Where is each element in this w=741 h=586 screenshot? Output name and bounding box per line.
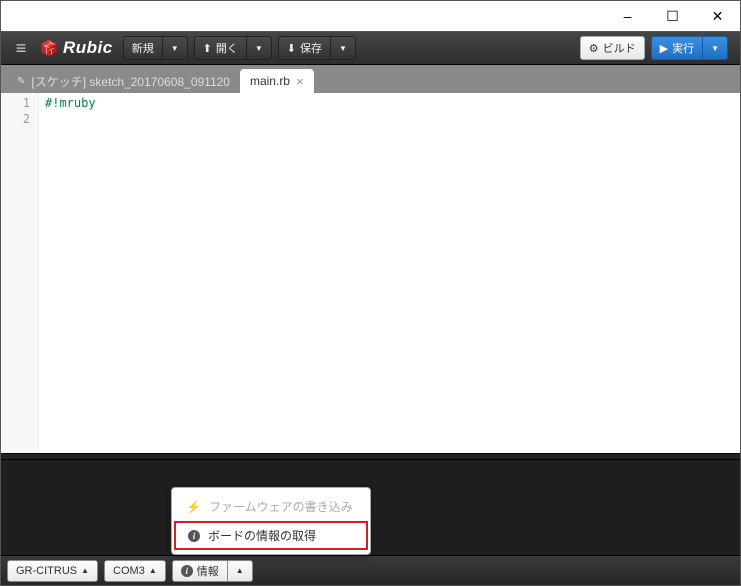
open-dropdown-button[interactable]: ▼ bbox=[247, 36, 272, 60]
hamburger-menu-button[interactable]: ≡ bbox=[7, 35, 35, 61]
new-button[interactable]: 新規 bbox=[123, 36, 163, 60]
download-icon: ⬇ bbox=[287, 42, 296, 55]
caret-down-icon: ▼ bbox=[711, 44, 719, 53]
board-select-button[interactable]: GR-CITRUS▲ bbox=[7, 560, 98, 582]
info-button[interactable]: i情報 bbox=[172, 560, 228, 582]
line-number: 2 bbox=[3, 111, 30, 127]
tab-label: main.rb bbox=[250, 74, 290, 88]
tab-bar: ✎ [スケッチ] sketch_20170608_091120 main.rb … bbox=[1, 65, 740, 93]
caret-down-icon: ▼ bbox=[339, 44, 347, 53]
save-dropdown-button[interactable]: ▼ bbox=[331, 36, 356, 60]
info-icon: i bbox=[181, 565, 193, 577]
code-line: #!mruby bbox=[45, 95, 734, 111]
code-area[interactable]: #!mruby bbox=[39, 93, 740, 453]
rubic-cube-icon bbox=[39, 38, 59, 58]
window-maximize-button[interactable]: ☐ bbox=[650, 1, 695, 31]
window-close-button[interactable]: ✕ bbox=[695, 1, 740, 31]
gear-icon: ⚙ bbox=[589, 42, 599, 55]
line-gutter: 1 2 bbox=[1, 93, 39, 453]
console-separator[interactable] bbox=[1, 453, 740, 460]
window-minimize-button[interactable]: – bbox=[605, 1, 650, 31]
port-select-button[interactable]: COM3▲ bbox=[104, 560, 166, 582]
build-button[interactable]: ⚙ビルド bbox=[580, 36, 645, 60]
new-dropdown-button[interactable]: ▼ bbox=[163, 36, 188, 60]
status-bar: GR-CITRUS▲ COM3▲ i情報 ▲ bbox=[1, 555, 740, 585]
caret-down-icon: ▼ bbox=[171, 44, 179, 53]
caret-up-icon: ▲ bbox=[236, 566, 244, 575]
window-titlebar: – ☐ ✕ bbox=[1, 1, 740, 31]
menu-item-firmware-write: ⚡ ファームウェアの書き込み bbox=[172, 492, 370, 521]
app-logo: Rubic bbox=[39, 38, 113, 58]
tab-label: [スケッチ] sketch_20170608_091120 bbox=[31, 73, 230, 90]
bolt-icon: ⚡ bbox=[186, 500, 201, 514]
play-icon: ▶ bbox=[660, 42, 668, 55]
info-icon: i bbox=[188, 530, 200, 542]
main-toolbar: ≡ Rubic 新規 ▼ ⬆開く ▼ ⬇保存 ▼ ⚙ビルド ▶実行 ▼ bbox=[1, 31, 740, 65]
line-number: 1 bbox=[3, 95, 30, 111]
caret-up-icon: ▲ bbox=[81, 566, 89, 575]
tab-sketch[interactable]: ✎ [スケッチ] sketch_20170608_091120 bbox=[7, 69, 240, 93]
pencil-icon: ✎ bbox=[17, 76, 25, 87]
code-editor[interactable]: 1 2 #!mruby bbox=[1, 93, 740, 453]
caret-up-icon: ▲ bbox=[149, 566, 157, 575]
upload-icon: ⬆ bbox=[203, 42, 212, 55]
run-button[interactable]: ▶実行 bbox=[651, 36, 703, 60]
menu-item-board-info[interactable]: i ボードの情報の取得 bbox=[174, 521, 368, 550]
caret-down-icon: ▼ bbox=[255, 44, 263, 53]
run-dropdown-button[interactable]: ▼ bbox=[703, 36, 728, 60]
open-button[interactable]: ⬆開く bbox=[194, 36, 247, 60]
save-button[interactable]: ⬇保存 bbox=[278, 36, 331, 60]
tab-close-icon[interactable]: × bbox=[296, 74, 304, 89]
app-name: Rubic bbox=[63, 38, 113, 58]
console-panel: ⚡ ファームウェアの書き込み i ボードの情報の取得 bbox=[1, 460, 740, 555]
tab-main[interactable]: main.rb × bbox=[240, 69, 314, 93]
info-popup-menu: ⚡ ファームウェアの書き込み i ボードの情報の取得 bbox=[171, 487, 371, 555]
info-dropdown-button[interactable]: ▲ bbox=[228, 560, 253, 582]
